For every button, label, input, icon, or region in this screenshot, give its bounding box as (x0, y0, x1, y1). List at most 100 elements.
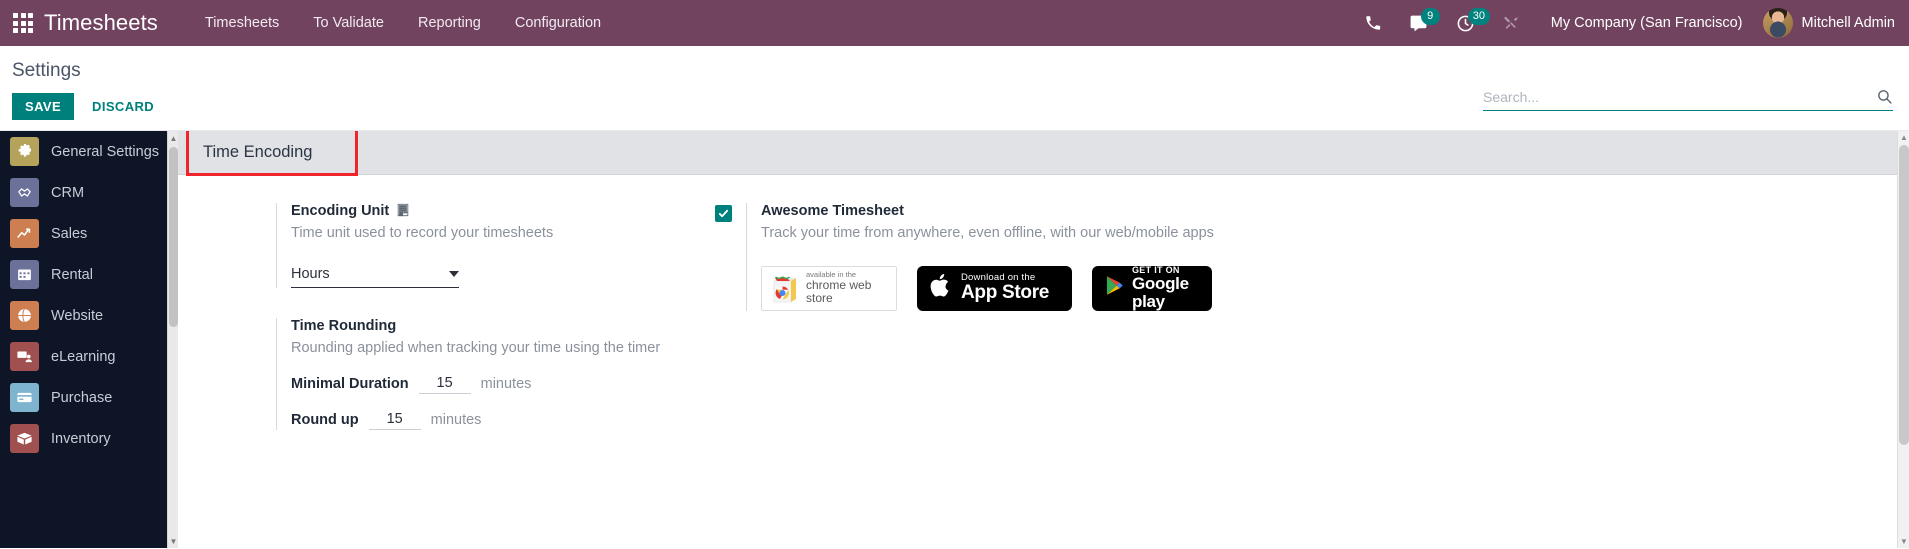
sidebar-item-label: Website (51, 307, 104, 324)
app-body: General Settings CRM Sales Rental Websit… (0, 131, 1909, 548)
sidebar-scrollbar-thumb[interactable] (169, 147, 178, 327)
chrome-web-store-badge[interactable]: available in the chrome web store (761, 265, 897, 311)
menu-item-reporting[interactable]: Reporting (401, 2, 498, 44)
building-icon (396, 203, 410, 219)
setting-text: Time Rounding Rounding applied when trac… (276, 317, 700, 431)
setting-check-slot (700, 203, 746, 311)
apple-logo-icon (930, 272, 953, 304)
round-up-unit: minutes (430, 412, 482, 429)
presentation-icon (10, 342, 39, 371)
gear-icon (10, 137, 39, 166)
minimal-duration-row: Minimal Duration minutes (291, 374, 700, 395)
encoding-unit-description: Time unit used to record your timesheets (291, 225, 554, 241)
scroll-up-icon[interactable]: ▲ (1898, 131, 1909, 144)
settings-body: Encoding Unit Time unit used to record y… (178, 175, 1909, 460)
google-badge-line2: Google play (1132, 273, 1189, 311)
globe-icon (10, 301, 39, 330)
sidebar-item-sales[interactable]: Sales (0, 213, 178, 254)
google-play-badge[interactable]: GET IT ON Google play (1092, 265, 1212, 311)
user-name-label: Mitchell Admin (1801, 15, 1895, 31)
minimal-duration-unit: minutes (480, 376, 532, 393)
scroll-up-icon[interactable]: ▲ (168, 131, 178, 145)
user-menu[interactable]: Mitchell Admin (1759, 8, 1895, 38)
setting-label-row: Time Rounding (291, 318, 700, 334)
menu-item-to-validate[interactable]: To Validate (296, 2, 401, 44)
sidebar-item-label: General Settings (51, 143, 160, 160)
avatar (1762, 8, 1793, 38)
google-play-logo-icon (1105, 275, 1124, 301)
setting-time-rounding: Time Rounding Rounding applied when trac… (230, 317, 700, 431)
encoding-unit-select[interactable]: Hours (291, 266, 459, 288)
phone-icon[interactable] (1351, 0, 1395, 46)
setting-text: Encoding Unit Time unit used to record y… (276, 203, 700, 288)
calendar-icon (10, 260, 39, 289)
minimal-duration-input[interactable] (418, 374, 471, 395)
sidebar-item-elearning[interactable]: eLearning (0, 336, 178, 377)
round-up-label: Round up (291, 412, 359, 429)
box-icon (10, 424, 39, 453)
encoding-unit-label: Encoding Unit (291, 203, 390, 219)
store-badges-row: available in the chrome web store Downlo… (761, 265, 1909, 311)
top-navbar: Timesheets Timesheets To Validate Report… (0, 0, 1909, 46)
sidebar-item-inventory[interactable]: Inventory (0, 418, 178, 459)
navbar-systray: 9 30 My Company (San Francisco) Mitchell… (1351, 0, 1895, 46)
awesome-timesheet-label: Awesome Timesheet (761, 203, 904, 219)
debug-wrench-icon[interactable] (1489, 0, 1535, 46)
setting-text: Awesome Timesheet Track your time from a… (746, 203, 1909, 311)
setting-encoding-unit: Encoding Unit Time unit used to record y… (230, 203, 700, 288)
sidebar-item-website[interactable]: Website (0, 295, 178, 336)
sidebar-item-label: Purchase (51, 389, 113, 406)
search-view (1483, 88, 1893, 111)
sidebar-item-crm[interactable]: CRM (0, 172, 178, 213)
main-scrollbar[interactable]: ▲ ▼ (1897, 131, 1909, 548)
sidebar-item-rental[interactable]: Rental (0, 254, 178, 295)
main-scrollbar-thumb[interactable] (1899, 145, 1909, 445)
awesome-timesheet-checkbox[interactable] (714, 205, 732, 222)
main-menu: Timesheets To Validate Reporting Configu… (188, 2, 618, 44)
activities-clock-icon[interactable]: 30 (1442, 0, 1490, 46)
search-icon[interactable] (1876, 88, 1893, 105)
page-title: Settings (12, 60, 81, 81)
setting-awesome-timesheet: Awesome Timesheet Track your time from a… (700, 203, 1909, 311)
card-icon (10, 383, 39, 412)
scroll-down-icon[interactable]: ▼ (1898, 535, 1909, 548)
awesome-timesheet-description: Track your time from anywhere, even offl… (761, 225, 1214, 241)
messages-count-badge: 9 (1420, 8, 1440, 25)
minimal-duration-label: Minimal Duration (291, 376, 409, 393)
encoding-unit-selected-value: Hours (291, 265, 330, 282)
setting-check-slot (230, 203, 276, 288)
sidebar-item-general-settings[interactable]: General Settings (0, 131, 178, 172)
apple-badge-line2: App Store (961, 282, 1050, 304)
handshake-icon (10, 178, 39, 207)
settings-sidebar: General Settings CRM Sales Rental Websit… (0, 131, 178, 548)
chart-line-icon (10, 219, 39, 248)
sidebar-scrollbar[interactable]: ▲ ▼ (167, 131, 178, 548)
sidebar-item-purchase[interactable]: Purchase (0, 377, 178, 418)
chevron-down-icon (449, 270, 459, 277)
messages-icon[interactable]: 9 (1395, 0, 1442, 46)
save-button[interactable]: SAVE (12, 93, 75, 120)
setting-label-row: Encoding Unit (291, 203, 700, 219)
settings-section-header: Time Encoding (178, 131, 1909, 175)
settings-main-panel: Time Encoding Encoding Unit Time unit us… (178, 131, 1909, 548)
chrome-web-store-icon (771, 273, 799, 303)
app-brand-title[interactable]: Timesheets (44, 10, 158, 36)
sidebar-item-label: Rental (51, 266, 93, 283)
sidebar-item-label: Inventory (51, 430, 111, 447)
sidebar-item-label: Sales (51, 225, 88, 242)
scroll-down-icon[interactable]: ▼ (168, 534, 178, 548)
menu-item-timesheets[interactable]: Timesheets (188, 2, 296, 44)
app-store-badge[interactable]: Download on the App Store (917, 265, 1072, 311)
round-up-input[interactable] (368, 410, 421, 431)
settings-left-column: Encoding Unit Time unit used to record y… (230, 203, 700, 460)
control-panel: Settings SAVE DISCARD (0, 46, 1909, 131)
sidebar-item-label: CRM (51, 184, 85, 201)
setting-check-slot (230, 318, 276, 431)
search-input[interactable] (1483, 88, 1876, 105)
discard-button[interactable]: DISCARD (88, 93, 158, 120)
settings-right-column: Awesome Timesheet Track your time from a… (700, 203, 1909, 460)
menu-item-configuration[interactable]: Configuration (498, 2, 618, 44)
apps-grid-icon[interactable] (8, 8, 38, 38)
company-selector[interactable]: My Company (San Francisco) (1535, 15, 1759, 31)
time-rounding-description: Rounding applied when tracking your time… (291, 339, 661, 356)
